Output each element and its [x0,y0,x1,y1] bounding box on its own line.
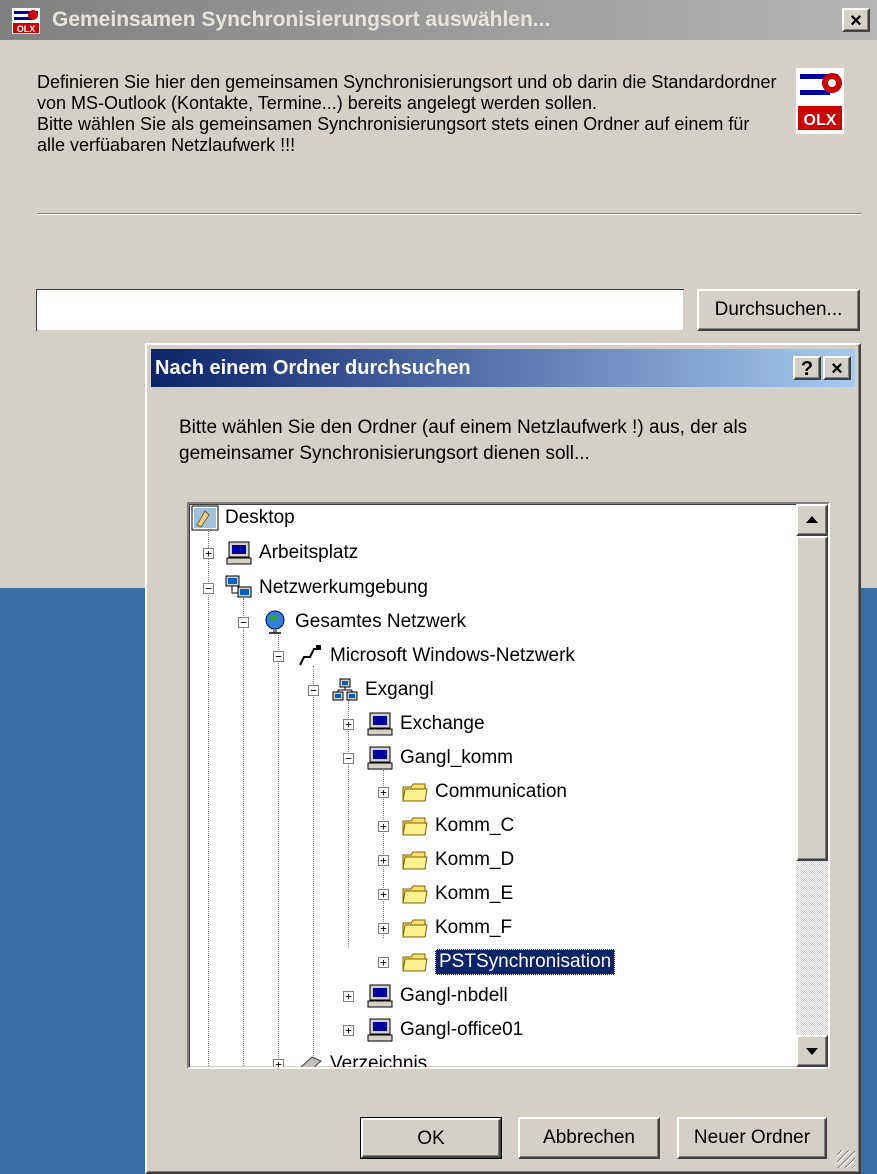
shared-folder-icon [401,949,429,975]
separator [37,213,861,215]
network-icon [296,643,324,669]
tree-item-label: Komm_F [435,917,513,938]
globe-icon [261,609,289,635]
browse-close-button[interactable]: × [823,356,851,380]
tree-item-communication[interactable]: Communication [401,778,567,806]
computer-icon [366,983,394,1009]
scroll-up-button[interactable] [796,504,828,536]
folder-tree[interactable]: Desktop + Arbeitsplatz − Netzwerkumgebun… [187,502,830,1069]
tree-item-label: Netzwerkumgebung [259,577,428,598]
tree-item-label: Gangl-nbdell [400,985,508,1006]
tree-item-label: Verzeichnis [330,1053,428,1067]
svg-text:OLX: OLX [804,112,837,129]
tree-item-label: Gesamtes Netzwerk [295,611,467,632]
shared-folder-icon [401,813,429,839]
tree-item-netzwerkumgebung[interactable]: Netzwerkumgebung [225,574,428,602]
ok-button[interactable]: OK [360,1117,502,1159]
shared-folder-icon [401,915,429,941]
olx-app-icon: OLX [12,8,40,34]
tree-item-microsoft-windows-netzwerk[interactable]: Microsoft Windows-Netzwerk [296,642,575,670]
scroll-thumb[interactable] [796,536,828,861]
sync-path-input[interactable] [36,289,684,331]
tree-item-arbeitsplatz[interactable]: Arbeitsplatz [225,539,358,567]
computer-icon [225,540,253,566]
tree-item-label: Komm_D [435,849,515,870]
browse-folder-dialog: Nach einem Ordner durchsuchen ? × Bitte … [145,343,861,1174]
browse-title-bar[interactable]: Nach einem Ordner durchsuchen ? × [151,349,855,387]
browse-description: Bitte wählen Sie den Ordner (auf einem N… [179,417,748,464]
network-places-icon [225,575,253,601]
shared-folder-icon [401,881,429,907]
tree-item-label: Exchange [400,713,485,734]
workgroup-icon [331,677,359,703]
tree-item-pstsynchronisation[interactable]: PSTSynchronisation [401,948,616,976]
cancel-button[interactable]: Abbrechen [518,1117,660,1159]
resize-grip-icon[interactable] [837,1150,855,1168]
tree-item-label: Komm_C [435,815,515,836]
shared-folder-icon [401,847,429,873]
tree-item-label: Microsoft Windows-Netzwerk [330,645,575,666]
computer-icon [366,1017,394,1043]
tree-item-komm-e[interactable]: Komm_E [401,880,513,908]
close-icon: × [850,10,862,32]
tree-item-label: Exgangl [365,679,434,700]
main-description: Definieren Sie hier den gemeinsamen Sync… [37,72,777,155]
computer-icon [366,711,394,737]
olx-logo: OLX [796,68,844,134]
tree-item-gangl-nbdell[interactable]: Gangl-nbdell [366,982,508,1010]
tree-item-komm-d[interactable]: Komm_D [401,846,514,874]
close-icon: × [831,358,843,380]
directory-icon [296,1051,324,1067]
tree-item-exchange[interactable]: Exchange [366,710,485,738]
help-button[interactable]: ? [793,356,821,380]
tree-item-desktop[interactable]: Desktop [191,504,295,532]
tree-item-exgangl[interactable]: Exgangl [331,676,434,704]
tree-item-label: Arbeitsplatz [259,542,359,563]
svg-text:OLX: OLX [17,24,36,34]
arrow-up-icon [806,516,818,523]
tree-item-gangl-komm[interactable]: Gangl_komm [366,744,513,772]
new-folder-button[interactable]: Neuer Ordner [677,1117,827,1159]
browse-button[interactable]: Durchsuchen... [697,289,860,331]
tree-item-label: Gangl-office01 [400,1019,524,1040]
tree-item-label: Communication [435,781,567,802]
shared-folder-icon [401,779,429,805]
tree-item-label: Gangl_komm [400,747,513,768]
tree-item-label: Komm_E [435,883,514,904]
main-title-bar[interactable]: OLX Gemeinsamen Synchronisierungsort aus… [0,0,877,40]
browse-dialog-title: Nach einem Ordner durchsuchen [155,357,471,379]
main-dialog-title: Gemeinsamen Synchronisierungsort auswähl… [52,8,551,31]
tree-item-label-selected: PSTSynchronisation [435,949,616,975]
tree-item-komm-c[interactable]: Komm_C [401,812,514,840]
tree-item-komm-f[interactable]: Komm_F [401,914,512,942]
tree-scrollbar[interactable] [796,504,828,1067]
desktop-icon [191,505,219,531]
help-icon: ? [800,358,814,380]
arrow-down-icon [806,1048,818,1055]
close-button[interactable]: × [842,8,870,32]
tree-item-label: Desktop [225,507,295,528]
scroll-down-button[interactable] [796,1035,828,1067]
tree-item-gangl-office01[interactable]: Gangl-office01 [366,1016,523,1044]
tree-item-gesamtes-netzwerk[interactable]: Gesamtes Netzwerk [261,608,466,636]
tree-item-verzeichnis[interactable]: Verzeichnis [296,1050,427,1067]
computer-icon [366,745,394,771]
